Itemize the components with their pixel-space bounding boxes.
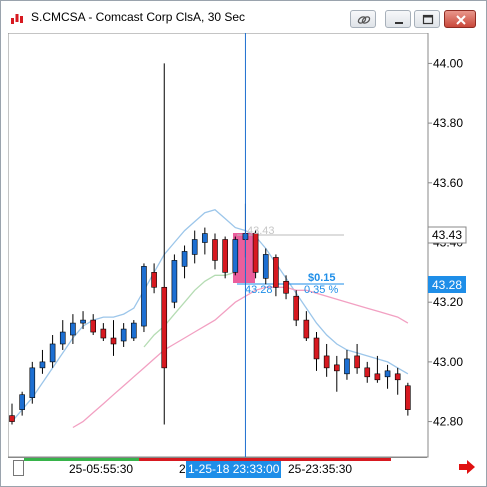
candle-body [59,331,66,345]
candle [141,263,147,333]
candle-body [161,286,168,369]
candle-body [273,257,279,288]
scroll-right-arrow-icon[interactable] [458,459,476,475]
candle-body [181,251,188,267]
link-icon [357,16,371,24]
title-bar[interactable]: S.CMCSA - Comcast Corp ClsA, 30 Sec [1,1,486,33]
chart-scroll-handle[interactable] [13,460,24,476]
chart-app-icon [10,12,24,26]
candle-body [394,373,401,381]
candle [222,236,228,279]
candle-body [283,281,289,294]
price-tick-label: 43.20 [433,295,463,309]
measure-change-label: $0.15 [308,272,336,284]
price-tick-label: 42.80 [433,415,463,429]
candle-body [293,295,300,321]
candle-body [232,239,239,273]
candle-body [100,328,107,339]
candle-body [313,337,320,360]
price-tick-label: 44.00 [433,56,463,70]
candle-body [29,367,36,399]
candle [29,361,36,404]
minimize-icon [395,22,403,24]
candle-body [344,358,350,375]
time-axis[interactable]: 25-05:55:30 2 25-23:35:30 1-25-18 23:33:… [8,457,427,479]
candle-body [202,233,208,243]
candle-body [110,337,117,345]
price-tick-label: 43.80 [433,116,463,130]
price-tick-label: 43.60 [433,176,463,190]
candle-body [212,239,218,261]
minimize-button[interactable] [385,10,411,28]
candle-body [364,367,371,378]
measure-end-price-label: 43.28 [245,284,273,296]
candle-body [90,319,96,333]
candle-body [131,322,137,339]
measure-start-price-label: 43.43 [247,225,275,237]
candle-body [70,322,76,336]
candle [171,254,178,309]
candle-body [80,319,86,324]
measure-percent-label: 0.35 % [304,284,338,296]
session-bar-green [24,458,139,461]
candle-body [120,328,127,342]
price-tick-label: 43.00 [433,355,463,369]
close-button[interactable] [444,10,476,28]
chart-window: S.CMCSA - Comcast Corp ClsA, 30 Sec 43.4… [0,0,487,487]
candle-body [141,266,147,327]
current-price-tag-text: 43.28 [432,278,462,292]
cursor-time-tag: 1-25-18 23:33:00 [186,461,282,478]
candle-body [252,233,259,273]
candle-body [374,373,381,381]
close-icon [456,15,466,25]
price-chart-canvas[interactable]: 43.43 43.28 $0.15 0.35 % 44.00 43.80 43.60… [8,33,481,459]
time-label: 2 [179,462,186,476]
candle [131,320,137,341]
candle-body [384,370,391,378]
candle-body [405,385,411,410]
candle-body [191,239,198,255]
maximize-icon [422,14,434,25]
time-label: 25-23:35:30 [288,462,353,476]
candle-body [303,319,310,339]
candle [232,236,239,276]
candle-body [222,239,228,273]
link-button[interactable] [350,10,376,28]
candle-body [49,343,56,363]
window-title: S.CMCSA - Comcast Corp ClsA, 30 Sec [31,10,246,24]
candle-body [39,361,46,369]
candle-body [171,260,178,303]
price-chart[interactable]: 43.43 43.28 $0.15 0.35 % 44.00 43.80 43.60… [8,33,481,459]
candle-body [333,364,340,372]
candle-body [262,254,269,279]
cursor-price-tag-text: 43.43 [432,228,462,242]
candle-body [151,272,157,288]
candle-body [19,394,25,410]
candle [252,230,259,279]
candle-body [9,415,15,422]
maximize-button[interactable] [414,10,440,28]
candle-body [323,355,330,369]
time-label: 25-05:55:30 [69,462,134,476]
candle-body [354,355,360,369]
